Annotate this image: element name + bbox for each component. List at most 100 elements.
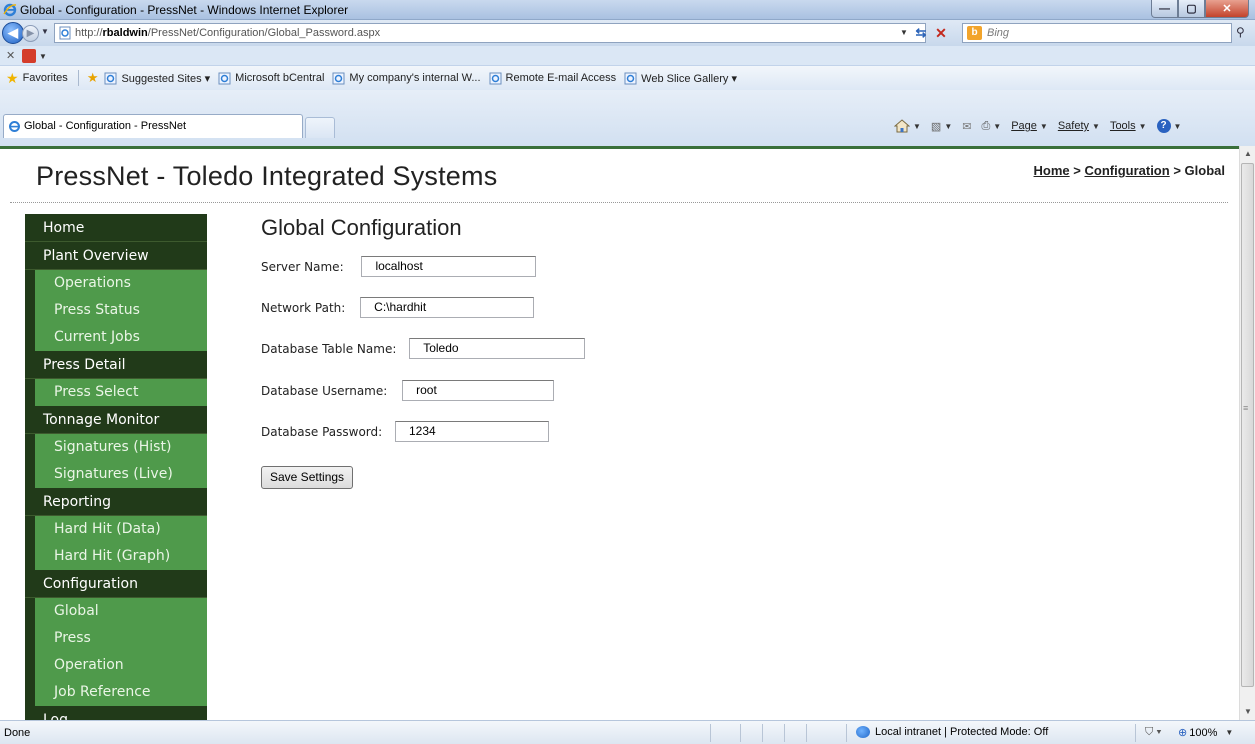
sidebar-section-tonnage-monitor[interactable]: Tonnage Monitor [25,406,207,434]
sidebar-item-operation[interactable]: Operation [25,652,207,679]
ie-page-icon [489,72,502,84]
refresh-button[interactable]: ⇆ [912,24,930,42]
sidebar-section-plant-overview[interactable]: Plant Overview [25,242,207,270]
divider [710,724,711,742]
sidebar-item-signatures-hist[interactable]: Signatures (Hist) [25,434,207,461]
addon-dropdown-icon[interactable]: ▼ [39,52,47,61]
breadcrumb-configuration-link[interactable]: Configuration [1084,163,1169,178]
sidebar-item-press-select[interactable]: Press Select [25,379,207,406]
help-button[interactable]: ? ▼ [1156,119,1181,133]
print-button[interactable]: ⎙ ▼ [981,120,1001,133]
stop-button[interactable]: ✕ [932,24,950,42]
search-input[interactable]: b Bing [962,23,1232,43]
zoom-control[interactable]: ⊕ 100% ▼ [1178,726,1233,740]
save-settings-button[interactable]: Save Settings [261,466,354,489]
read-mail-button[interactable]: ✉ [962,120,971,133]
feeds-button[interactable]: ▧ ▼ [931,120,952,133]
back-button[interactable]: ◀ [2,22,24,44]
favorite-link-bcentral[interactable]: Microsoft bCentral [218,72,324,85]
sidebar-section-press-detail[interactable]: Press Detail [25,351,207,379]
tools-menu[interactable]: Tools ▼ [1110,120,1147,132]
db-username-row: Database Username: root [261,380,555,401]
favorite-label: Microsoft bCentral [235,72,325,84]
zoom-dropdown-icon[interactable]: ▼ [1225,728,1233,737]
url-path: /PressNet/Configuration/Global_Password.… [147,27,381,39]
addon-icon[interactable] [22,49,36,63]
favorite-link-web-slice[interactable]: Web Slice Gallery ▾ [624,72,737,85]
forward-button[interactable]: ▶ [22,25,39,42]
recent-pages-dropdown-icon[interactable]: ▼ [41,27,49,36]
db-table-input[interactable]: Toledo [409,338,586,359]
sidebar-item-press[interactable]: Press [25,625,207,652]
sidebar-item-signatures-live[interactable]: Signatures (Live) [25,461,207,488]
safety-menu[interactable]: Safety ▼ [1058,120,1100,132]
sidebar-section-log[interactable]: Log [25,706,207,720]
favorite-label: My company's internal W... [349,72,481,84]
tab-title: Global - Configuration - PressNet [24,120,187,132]
favorite-link-suggested-sites[interactable]: Suggested Sites ▾ [104,72,210,85]
sidebar-item-press-status[interactable]: Press Status [25,297,207,324]
db-password-label: Database Password: [261,424,383,439]
sidebar-section-configuration[interactable]: Configuration [25,570,207,598]
search-icon[interactable]: ⚲ [1236,25,1245,39]
db-password-input[interactable]: 1234 [395,421,549,442]
network-path-label: Network Path: [261,300,346,315]
divider [784,724,785,742]
sidebar-item-hard-hit-graph[interactable]: Hard Hit (Graph) [25,543,207,570]
network-path-row: Network Path: C:\hardhit [261,297,535,318]
url-host: rbaldwin [102,27,148,39]
header-divider [10,202,1228,203]
help-icon: ? [1156,119,1171,133]
ie-page-icon [218,72,231,84]
bing-icon: b [967,26,982,40]
sidebar-item-hard-hit-data[interactable]: Hard Hit (Data) [25,516,207,543]
vertical-scrollbar[interactable]: ▲ ≡ ▼ [1239,146,1255,720]
favorite-link-internal[interactable]: My company's internal W... [332,72,481,85]
server-name-row: Server Name: localhost [261,256,537,277]
address-input[interactable]: http://rbaldwin/PressNet/Configuration/G… [54,23,926,43]
favorites-star-icon[interactable]: ★ [6,70,19,87]
divider [806,724,807,742]
divider [762,724,763,742]
sidebar-item-current-jobs[interactable]: Current Jobs [25,324,207,351]
tab-active[interactable]: Global - Configuration - PressNet [3,114,303,138]
globe-icon [856,726,870,738]
sidebar-item-operations[interactable]: Operations [25,270,207,297]
address-dropdown-icon[interactable]: ▼ [900,28,908,37]
sidebar-item-job-reference[interactable]: Job Reference [25,679,207,706]
breadcrumb-separator: > [1073,163,1081,178]
sidebar-section-reporting[interactable]: Reporting [25,488,207,516]
new-tab-button[interactable] [305,117,335,138]
favorite-link-remote-email[interactable]: Remote E-mail Access [489,72,616,85]
db-username-input[interactable]: root [402,380,555,401]
security-zone[interactable]: Local intranet | Protected Mode: Off [856,726,1048,738]
close-window-button[interactable]: ✕ [1205,0,1249,18]
protected-mode-icon[interactable]: ⛉ ▾ [1145,726,1162,739]
status-bar: Done Local intranet | Protected Mode: Of… [0,720,1255,744]
status-text: Done [4,727,31,739]
page-menu[interactable]: Page ▼ [1011,120,1048,132]
scrollbar-thumb[interactable] [1241,163,1254,687]
page-icon [59,26,71,40]
divider [740,724,741,742]
home-button[interactable]: ▼ [894,119,921,133]
internet-explorer-icon [9,121,20,132]
add-to-favorites-icon[interactable]: ★ [87,70,99,86]
sidebar-item-home[interactable]: Home [25,214,207,242]
scroll-up-icon[interactable]: ▲ [1240,146,1255,162]
divider [1135,724,1136,742]
breadcrumb-home-link[interactable]: Home [1034,163,1070,178]
mail-icon: ✉ [962,120,972,133]
favorites-bar: ★ Favorites ★ Suggested Sites ▾ Microsof… [0,66,1255,90]
server-name-input[interactable]: localhost [361,256,537,277]
sidebar-item-global[interactable]: Global [25,598,207,625]
window-titlebar[interactable]: Global - Configuration - PressNet - Wind… [0,0,1255,20]
command-bar: ▼ ▧ ▼ ✉ ⎙ ▼ Page ▼ Safety ▼ Tools ▼ ? ▼ [894,117,1191,135]
close-toolbar-icon[interactable]: ✕ [6,49,15,62]
scroll-down-icon[interactable]: ▼ [1240,704,1255,720]
favorites-button[interactable]: Favorites [23,72,68,84]
network-path-input[interactable]: C:\hardhit [360,297,535,318]
page-viewport: PressNet - Toledo Integrated Systems Hom… [0,146,1239,720]
maximize-button[interactable]: ▢ [1178,0,1205,18]
minimize-button[interactable]: — [1151,0,1178,18]
